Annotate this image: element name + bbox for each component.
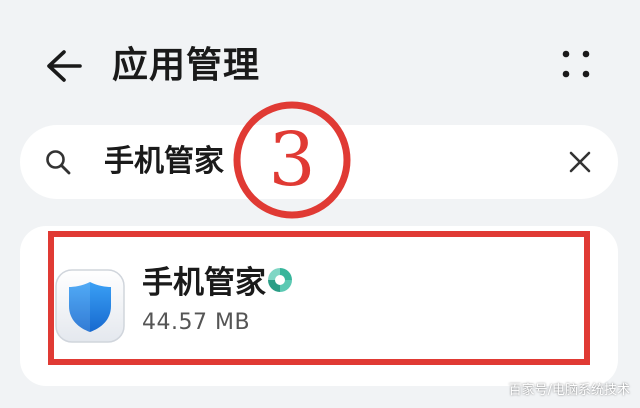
verified-badge-icon: [268, 268, 292, 292]
watermark: 百家号/电脑系统技术: [508, 383, 630, 398]
svg-text:3: 3: [268, 117, 315, 203]
page-title: 应用管理: [112, 45, 261, 86]
search-query-text[interactable]: 手机管家: [104, 139, 224, 185]
app-name: 手机管家: [142, 265, 266, 301]
more-grid-icon: [562, 50, 590, 78]
shield-app-icon: [54, 268, 126, 344]
back-button[interactable]: [38, 40, 90, 92]
close-icon: [569, 151, 591, 173]
step-number-annotation: 3: [233, 101, 351, 219]
clear-search-button[interactable]: [562, 144, 598, 180]
search-icon: [46, 150, 71, 175]
app-list-item[interactable]: 手机管家 44.57 MB: [20, 226, 618, 386]
more-options-button[interactable]: [552, 40, 600, 88]
app-size: 44.57 MB: [142, 310, 251, 335]
arrow-left-icon: [47, 50, 82, 82]
